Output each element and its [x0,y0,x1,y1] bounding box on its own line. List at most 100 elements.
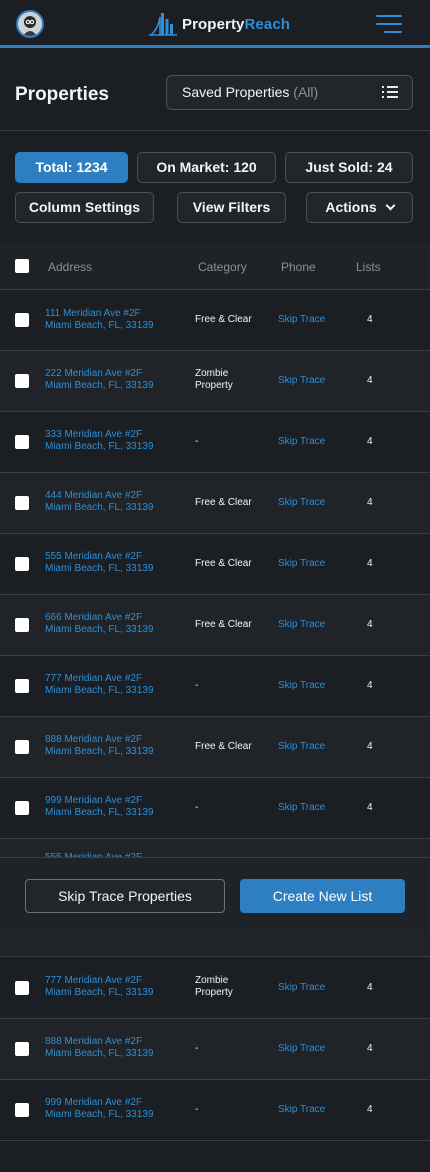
row-checkbox[interactable] [15,313,29,327]
row-checkbox[interactable] [15,374,29,388]
address-line2: Miami Beach, FL, 33139 [45,987,154,998]
skip-trace-link[interactable]: Skip Trace [278,680,325,691]
address-line2: Miami Beach, FL, 33139 [45,502,154,513]
table-row[interactable]: 777 Meridian Ave #2F Miami Beach, FL, 331… [0,958,430,1019]
chevron-down-icon [385,200,396,211]
address-line2: Miami Beach, FL, 33139 [45,380,154,391]
table-row[interactable]: 999 Meridian Ave #2F Miami Beach, FL, 331… [0,778,430,839]
column-header-category[interactable]: Category [198,260,247,274]
brand-name: PropertyReach [182,16,290,33]
actions-label: Actions [325,199,377,215]
create-new-list-button[interactable]: Create New List [240,879,405,913]
address-link[interactable]: 888 Meridian Ave #2F Miami Beach, FL, 331… [45,734,153,758]
category-cell: Free & Clear [195,497,252,508]
address-link[interactable]: 444 Meridian Ave #2F Miami Beach, FL, 331… [45,490,153,514]
table-row[interactable]: 222 Meridian Ave #2F Miami Beach, FL, 331… [0,351,430,412]
brand-logo[interactable]: PropertyReach [148,10,290,38]
skip-trace-link[interactable]: Skip Trace [278,436,325,447]
address-link[interactable]: 555 Meridian Ave #2F Miami Beach, FL, 331… [45,551,153,575]
table-row[interactable]: 444 Meridian Ave #2F Miami Beach, FL, 331… [0,473,430,534]
category-cell: - [195,1104,199,1115]
skip-trace-link[interactable]: Skip Trace [278,982,325,993]
table-row[interactable]: 777 Meridian Ave #2F Miami Beach, FL, 331… [0,656,430,717]
table-row[interactable]: 666 Meridian Ave #2F Miami Beach, FL, 331… [0,595,430,656]
address-line2: Miami Beach, FL, 33139 [45,441,154,452]
row-checkbox[interactable] [15,618,29,632]
column-header-address[interactable]: Address [48,260,92,274]
address-link[interactable]: 333 Meridian Ave #2F Miami Beach, FL, 331… [45,429,153,453]
address-link[interactable]: 777 Meridian Ave #2F Miami Beach, FL, 331… [45,673,153,697]
table-row[interactable]: 111 Meridian Ave #2F Miami Beach, FL, 331… [0,290,430,351]
lists-count: 4 [367,802,373,813]
table-row[interactable]: 888 Meridian Ave #2F Miami Beach, FL, 331… [0,1019,430,1080]
skip-trace-link[interactable]: Skip Trace [278,1104,325,1115]
address-line2: Miami Beach, FL, 33139 [45,807,154,818]
just-sold-button[interactable]: Just Sold: 24 [285,152,413,183]
skip-trace-link[interactable]: Skip Trace [278,497,325,508]
address-line1: 999 Meridian Ave #2F [45,795,143,806]
row-checkbox[interactable] [15,740,29,754]
address-line2: Miami Beach, FL, 33139 [45,685,154,696]
user-avatar[interactable] [16,10,44,38]
lists-count: 4 [367,741,373,752]
table-header: Address Category Phone Lists [0,244,430,290]
table-row[interactable]: 555 Meridian Ave #2F Miami Beach, FL, 331… [0,534,430,595]
category-cell: - [195,680,199,691]
row-checkbox[interactable] [15,435,29,449]
row-checkbox[interactable] [15,557,29,571]
address-line2: Miami Beach, FL, 33139 [45,746,154,757]
skip-trace-link[interactable]: Skip Trace [278,558,325,569]
actions-dropdown[interactable]: Actions [306,192,413,223]
address-line2: Miami Beach, FL, 33139 [45,563,154,574]
top-navbar: PropertyReach [0,0,430,48]
table-row[interactable]: 888 Meridian Ave #2F Miami Beach, FL, 331… [0,717,430,778]
row-checkbox[interactable] [15,1042,29,1056]
skip-trace-link[interactable]: Skip Trace [278,1043,325,1054]
address-line1: 888 Meridian Ave #2F [45,734,143,745]
address-link[interactable]: 666 Meridian Ave #2F Miami Beach, FL, 331… [45,612,153,636]
lists-count: 4 [367,314,373,325]
table-row[interactable]: 999 Meridian Ave #2F Miami Beach, FL, 331… [0,1080,430,1141]
skip-trace-link[interactable]: Skip Trace [278,619,325,630]
address-link[interactable]: 111 Meridian Ave #2F Miami Beach, FL, 331… [45,308,153,332]
row-checkbox[interactable] [15,679,29,693]
address-line1: 777 Meridian Ave #2F [45,673,143,684]
row-checkbox[interactable] [15,801,29,815]
lists-count: 4 [367,1104,373,1115]
address-link[interactable]: 888 Meridian Ave #2F Miami Beach, FL, 331… [45,1036,153,1060]
select-all-checkbox[interactable] [15,259,29,273]
address-link[interactable]: 777 Meridian Ave #2F Miami Beach, FL, 331… [45,975,153,999]
lists-count: 4 [367,497,373,508]
brand-name-part1: Property [182,15,245,33]
category-line2: Property [195,987,233,998]
column-settings-button[interactable]: Column Settings [15,192,154,223]
row-checkbox[interactable] [15,496,29,510]
address-line1: 555 Meridian Ave #2F [45,551,143,562]
category-cell: - [195,1043,199,1054]
table-row[interactable]: 333 Meridian Ave #2F Miami Beach, FL, 331… [0,412,430,473]
skip-trace-link[interactable]: Skip Trace [278,802,325,813]
saved-properties-dropdown[interactable]: Saved Properties (All) [166,75,413,110]
row-checkbox[interactable] [15,1103,29,1117]
address-link[interactable]: 999 Meridian Ave #2F Miami Beach, FL, 331… [45,795,153,819]
saved-properties-filter: (All) [293,84,319,100]
skip-trace-link[interactable]: Skip Trace [278,375,325,386]
on-market-button[interactable]: On Market: 120 [137,152,276,183]
address-link[interactable]: 222 Meridian Ave #2F Miami Beach, FL, 331… [45,368,153,392]
address-link[interactable]: 999 Meridian Ave #2F Miami Beach, FL, 331… [45,1097,153,1121]
skip-trace-link[interactable]: Skip Trace [278,314,325,325]
category-line1: Zombie [195,368,229,379]
page-header: Properties Saved Properties (All) [0,51,430,131]
row-checkbox[interactable] [15,981,29,995]
total-button[interactable]: Total: 1234 [15,152,128,183]
view-filters-button[interactable]: View Filters [177,192,286,223]
category-line2: Property [195,380,233,391]
address-line1: 999 Meridian Ave #2F [45,1097,143,1108]
hamburger-icon[interactable] [376,15,402,35]
skip-trace-properties-button[interactable]: Skip Trace Properties [25,879,225,913]
column-header-lists[interactable]: Lists [356,260,381,274]
lists-count: 4 [367,436,373,447]
skip-trace-link[interactable]: Skip Trace [278,741,325,752]
column-header-phone[interactable]: Phone [281,260,316,274]
lists-count: 4 [367,619,373,630]
